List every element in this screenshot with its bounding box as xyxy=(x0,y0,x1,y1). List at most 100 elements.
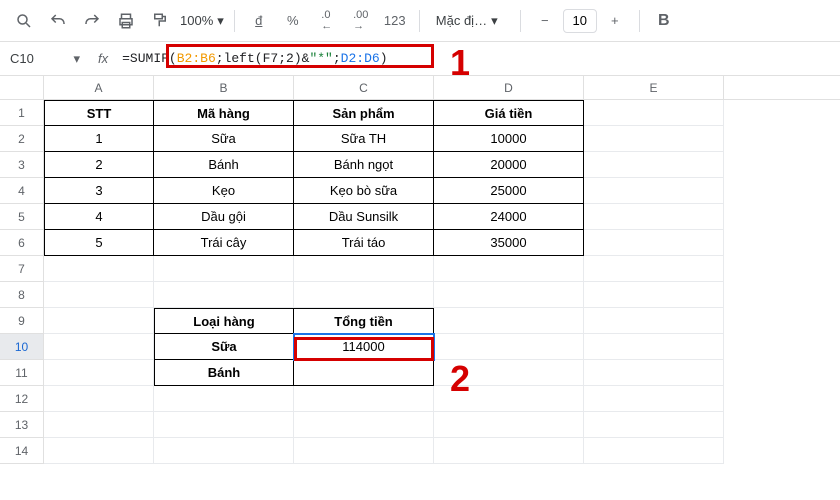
cell-D6[interactable]: 35000 xyxy=(434,230,584,256)
cell-E12[interactable] xyxy=(584,386,724,412)
row-header-10[interactable]: 10 xyxy=(0,334,44,360)
cell-E7[interactable] xyxy=(584,256,724,282)
cell-C1[interactable]: Sản phẩm xyxy=(294,100,434,126)
cell-E10[interactable] xyxy=(584,334,724,360)
cell-A7[interactable] xyxy=(44,256,154,282)
row-header-13[interactable]: 13 xyxy=(0,412,44,438)
cell-E13[interactable] xyxy=(584,412,724,438)
cell-E8[interactable] xyxy=(584,282,724,308)
cell-A3[interactable]: 2 xyxy=(44,152,154,178)
cell-B8[interactable] xyxy=(154,282,294,308)
cell-D9[interactable] xyxy=(434,308,584,334)
row-header-6[interactable]: 6 xyxy=(0,230,44,256)
formula-bar[interactable]: =SUMIF(B2:B6;left(F7;2)&"*";D2:D6) xyxy=(116,42,840,75)
cell-A11[interactable] xyxy=(44,360,154,386)
cell-C10[interactable]: 114000 xyxy=(294,334,434,360)
cell-B10[interactable]: Sữa xyxy=(154,334,294,360)
increase-font-icon[interactable]: + xyxy=(601,7,629,35)
paint-format-icon[interactable] xyxy=(146,7,174,35)
cell-C6[interactable]: Trái táo xyxy=(294,230,434,256)
cell-B9[interactable]: Loại hàng xyxy=(154,308,294,334)
cell-B11[interactable]: Bánh xyxy=(154,360,294,386)
decrease-font-icon[interactable]: − xyxy=(531,7,559,35)
cell-D12[interactable] xyxy=(434,386,584,412)
cell-D4[interactable]: 25000 xyxy=(434,178,584,204)
row-header-5[interactable]: 5 xyxy=(0,204,44,230)
cell-E9[interactable] xyxy=(584,308,724,334)
more-formats-icon[interactable]: 123 xyxy=(381,7,409,35)
cell-D3[interactable]: 20000 xyxy=(434,152,584,178)
row-header-9[interactable]: 9 xyxy=(0,308,44,334)
print-icon[interactable] xyxy=(112,7,140,35)
cell-C13[interactable] xyxy=(294,412,434,438)
cell-E14[interactable] xyxy=(584,438,724,464)
cell-A10[interactable] xyxy=(44,334,154,360)
cell-C7[interactable] xyxy=(294,256,434,282)
cell-A4[interactable]: 3 xyxy=(44,178,154,204)
cell-B1[interactable]: Mã hàng xyxy=(154,100,294,126)
col-header-E[interactable]: E xyxy=(584,76,724,99)
cell-C4[interactable]: Kẹo bò sữa xyxy=(294,178,434,204)
row-header-3[interactable]: 3 xyxy=(0,152,44,178)
cell-D10[interactable] xyxy=(434,334,584,360)
cell-E4[interactable] xyxy=(584,178,724,204)
cell-E5[interactable] xyxy=(584,204,724,230)
cell-C12[interactable] xyxy=(294,386,434,412)
name-box[interactable]: C10 ▾ xyxy=(0,42,90,75)
cell-C14[interactable] xyxy=(294,438,434,464)
undo-icon[interactable] xyxy=(44,7,72,35)
cell-C9[interactable]: Tổng tiền xyxy=(294,308,434,334)
currency-icon[interactable]: đ xyxy=(245,7,273,35)
increase-decimal-icon[interactable]: .00→ xyxy=(347,7,375,35)
cell-A6[interactable]: 5 xyxy=(44,230,154,256)
cell-C5[interactable]: Dầu Sunsilk xyxy=(294,204,434,230)
cell-B5[interactable]: Dầu gội xyxy=(154,204,294,230)
cell-C2[interactable]: Sữa TH xyxy=(294,126,434,152)
col-header-C[interactable]: C xyxy=(294,76,434,99)
row-header-8[interactable]: 8 xyxy=(0,282,44,308)
row-header-4[interactable]: 4 xyxy=(0,178,44,204)
percent-icon[interactable]: % xyxy=(279,7,307,35)
cell-A1[interactable]: STT xyxy=(44,100,154,126)
cell-E2[interactable] xyxy=(584,126,724,152)
col-header-B[interactable]: B xyxy=(154,76,294,99)
col-header-A[interactable]: A xyxy=(44,76,154,99)
cell-B12[interactable] xyxy=(154,386,294,412)
cell-A8[interactable] xyxy=(44,282,154,308)
cell-B13[interactable] xyxy=(154,412,294,438)
cell-C11[interactable] xyxy=(294,360,434,386)
search-icon[interactable] xyxy=(10,7,38,35)
cell-E1[interactable] xyxy=(584,100,724,126)
cell-B14[interactable] xyxy=(154,438,294,464)
cell-B4[interactable]: Kẹo xyxy=(154,178,294,204)
font-size-input[interactable] xyxy=(563,9,597,33)
cell-D1[interactable]: Giá tiền xyxy=(434,100,584,126)
cell-C3[interactable]: Bánh ngọt xyxy=(294,152,434,178)
cell-A9[interactable] xyxy=(44,308,154,334)
cell-A14[interactable] xyxy=(44,438,154,464)
select-all-corner[interactable] xyxy=(0,76,44,99)
cell-D5[interactable]: 24000 xyxy=(434,204,584,230)
redo-icon[interactable] xyxy=(78,7,106,35)
row-header-1[interactable]: 1 xyxy=(0,100,44,126)
cell-C8[interactable] xyxy=(294,282,434,308)
cell-E3[interactable] xyxy=(584,152,724,178)
cell-D13[interactable] xyxy=(434,412,584,438)
row-header-12[interactable]: 12 xyxy=(0,386,44,412)
cell-B6[interactable]: Trái cây xyxy=(154,230,294,256)
bold-icon[interactable]: B xyxy=(650,7,678,35)
cell-E11[interactable] xyxy=(584,360,724,386)
decrease-decimal-icon[interactable]: .0← xyxy=(313,7,341,35)
cell-A13[interactable] xyxy=(44,412,154,438)
cell-D2[interactable]: 10000 xyxy=(434,126,584,152)
row-header-11[interactable]: 11 xyxy=(0,360,44,386)
cell-D11[interactable] xyxy=(434,360,584,386)
cell-D7[interactable] xyxy=(434,256,584,282)
row-header-7[interactable]: 7 xyxy=(0,256,44,282)
cell-D14[interactable] xyxy=(434,438,584,464)
cell-B3[interactable]: Bánh xyxy=(154,152,294,178)
row-header-14[interactable]: 14 xyxy=(0,438,44,464)
row-header-2[interactable]: 2 xyxy=(0,126,44,152)
col-header-D[interactable]: D xyxy=(434,76,584,99)
cell-E6[interactable] xyxy=(584,230,724,256)
